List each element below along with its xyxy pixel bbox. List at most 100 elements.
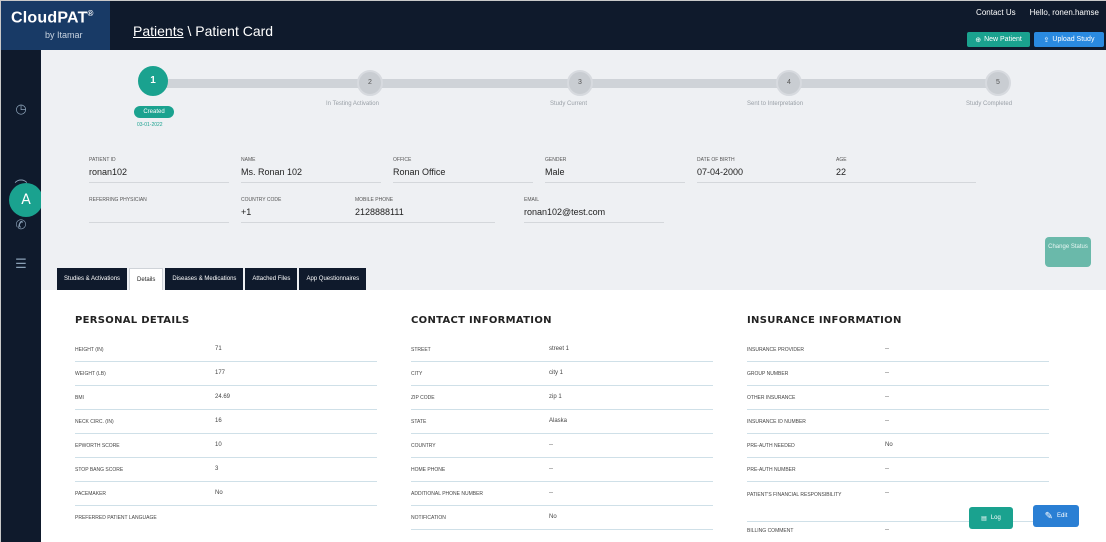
row-label: Country — [411, 443, 436, 449]
tab-bar: Studies & Activations Details Diseases &… — [57, 268, 367, 290]
tab-attached-files[interactable]: Attached Files — [245, 268, 298, 290]
tab-details[interactable]: Details — [129, 268, 164, 290]
name-value: Ms. Ronan 102 — [241, 167, 381, 183]
row-value: -- — [885, 370, 889, 376]
row-value: 71 — [215, 346, 222, 352]
row-label: Height (in) — [75, 347, 104, 353]
referring-physician-value — [89, 207, 229, 223]
upload-study-button[interactable]: ⇪ Upload Study — [1034, 32, 1104, 47]
contact-information-title: CONTACT INFORMATION — [411, 315, 552, 326]
log-label: Log — [990, 515, 1001, 521]
row-label: Insurance Provider — [747, 347, 804, 353]
step-3-number: 3 — [578, 79, 582, 86]
row-label: Neck Circ. (in) — [75, 419, 114, 425]
add-icon: ⊕ — [975, 36, 982, 44]
breadcrumb-separator: \ — [183, 23, 196, 39]
row-label: Pre-Auth Needed — [747, 443, 795, 449]
step-3: 3 — [567, 70, 593, 96]
patient-id-value: ronan102 — [89, 167, 229, 183]
email-value: ronan102@test.com — [524, 207, 664, 223]
insurance-row-provider: Insurance Provider -- — [747, 338, 1049, 362]
clock-icon[interactable]: ◷ — [11, 100, 31, 120]
row-value: street 1 — [549, 346, 570, 352]
row-value: -- — [885, 527, 889, 533]
insurance-information-title: INSURANCE INFORMATION — [747, 315, 902, 326]
change-status-button[interactable]: Change Status — [1045, 237, 1091, 267]
insurance-row-id-number: Insurance ID Number -- — [747, 410, 1049, 434]
app-window: CloudPAT® by Itamar Patients \ Patient C… — [0, 0, 1106, 542]
step-5: 5 — [985, 70, 1011, 96]
contact-us-link[interactable]: Contact Us — [976, 8, 1016, 17]
patient-id-label: Patient ID — [89, 157, 116, 163]
logo[interactable]: CloudPAT® by Itamar — [1, 1, 110, 50]
menu-icon[interactable]: ☰ — [11, 255, 31, 275]
personal-row-pacemaker: Pacemaker No — [75, 482, 377, 506]
device-icon[interactable]: ⌒ — [11, 178, 31, 198]
tab-diseases-medications[interactable]: Diseases & Medications — [165, 268, 244, 290]
contact-row-city: City city 1 — [411, 362, 713, 386]
contact-row-state: State Alaska — [411, 410, 713, 434]
office-value: Ronan Office — [393, 167, 533, 183]
pencil-icon: ✎ — [1044, 510, 1054, 522]
contact-row-zip: Zip Code zip 1 — [411, 386, 713, 410]
referring-physician-field: Referring Physician — [89, 197, 229, 223]
tab-app-questionnaires[interactable]: App Questionnaires — [299, 268, 367, 290]
row-value: -- — [885, 418, 889, 424]
insurance-row-preauth-number: Pre-Auth Number -- — [747, 458, 1049, 482]
age-value: 22 — [836, 167, 976, 183]
row-value: -- — [885, 490, 889, 496]
personal-row-weight: Weight (lb) 177 — [75, 362, 377, 386]
name-field: Name Ms. Ronan 102 — [241, 157, 381, 183]
upload-icon: ⇪ — [1043, 36, 1050, 44]
step-2-number: 2 — [368, 79, 372, 86]
log-button[interactable]: ▤ Log — [969, 507, 1013, 529]
mobile-phone-value: 2128888111 — [355, 207, 495, 223]
step-1-label: Created — [134, 106, 174, 118]
tab-studies-activations[interactable]: Studies & Activations — [57, 268, 128, 290]
row-value: -- — [885, 466, 889, 472]
row-value: 24.69 — [215, 394, 231, 400]
personal-row-height: Height (in) 71 — [75, 338, 377, 362]
edit-button[interactable]: ✎ Edit — [1033, 505, 1079, 527]
personal-row-language: Preferred Patient Language — [75, 506, 377, 530]
user-greeting[interactable]: Hello, ronen.hamse — [1030, 8, 1099, 17]
contact-row-additional-phone: Additional Phone Number -- — [411, 482, 713, 506]
personal-details-title: PERSONAL DETAILS — [75, 315, 190, 326]
row-label: Preferred Patient Language — [75, 515, 157, 521]
row-value: -- — [885, 346, 889, 352]
row-label: Home Phone — [411, 467, 446, 473]
edit-label: Edit — [1057, 513, 1068, 519]
breadcrumb-patients-link[interactable]: Patients — [133, 23, 184, 39]
row-value: 10 — [215, 442, 222, 448]
personal-row-neck: Neck Circ. (in) 16 — [75, 410, 377, 434]
personal-row-epworth: Epworth Score 10 — [75, 434, 377, 458]
dob-value: 07-04-2000 — [697, 167, 837, 183]
top-links: Contact Us Hello, ronen.hamse — [976, 8, 1099, 17]
breadcrumb: Patients \ Patient Card — [133, 23, 273, 39]
new-patient-button[interactable]: ⊕ New Patient — [967, 32, 1030, 47]
patient-id-field: Patient ID ronan102 — [89, 157, 229, 183]
logo-text: CloudPAT — [11, 9, 88, 27]
row-value: 177 — [215, 370, 226, 376]
step-2: 2 — [357, 70, 383, 96]
upload-study-label: Upload Study — [1052, 36, 1095, 43]
row-label: Stop Bang Score — [75, 467, 124, 473]
gender-field: Gender Male — [545, 157, 685, 183]
insurance-row-group: Group Number -- — [747, 362, 1049, 386]
step-1-number: 1 — [150, 75, 156, 86]
step-4: 4 — [776, 70, 802, 96]
phone-icon[interactable]: ✆ — [11, 216, 31, 236]
row-label: State — [411, 419, 427, 425]
log-icon: ▤ — [981, 515, 987, 522]
row-label: Billing Comment — [747, 528, 794, 534]
insurance-row-other: Other Insurance -- — [747, 386, 1049, 410]
row-value: -- — [549, 442, 553, 448]
dob-field: Date of Birth 07-04-2000 — [697, 157, 837, 183]
age-label: Age — [836, 157, 847, 163]
row-value: -- — [549, 466, 553, 472]
step-5-number: 5 — [996, 79, 1000, 86]
row-label: Pacemaker — [75, 491, 107, 497]
row-label: Patient's Financial Responsibility — [747, 492, 842, 498]
row-label: Notification — [411, 515, 446, 521]
personal-row-stopbang: Stop Bang Score 3 — [75, 458, 377, 482]
